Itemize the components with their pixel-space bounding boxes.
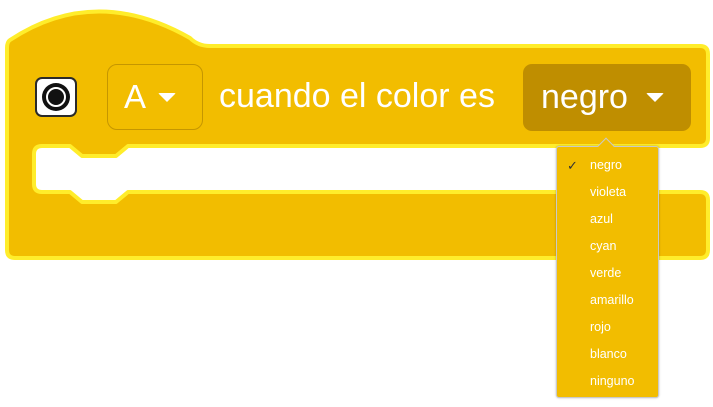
menu-item-label: rojo: [590, 320, 611, 334]
chevron-down-icon: [645, 93, 664, 102]
chevron-down-icon: [158, 92, 177, 102]
block-label: cuando el color es: [219, 77, 495, 115]
color-dropdown[interactable]: negro: [523, 64, 691, 131]
color-dropdown-label: negro: [541, 78, 628, 116]
menu-item-violeta[interactable]: violeta: [557, 179, 658, 206]
menu-item-blanco[interactable]: blanco: [557, 341, 658, 368]
menu-item-rojo[interactable]: rojo: [557, 314, 658, 341]
port-dropdown-label: A: [124, 78, 147, 115]
menu-item-label: amarillo: [590, 293, 634, 307]
port-dropdown[interactable]: A: [107, 64, 203, 130]
menu-item-label: ninguno: [590, 374, 635, 388]
color-dropdown-menu: ✓ negro violeta azul cyan verde amarillo…: [556, 146, 659, 398]
menu-item-amarillo[interactable]: amarillo: [557, 287, 658, 314]
checkmark-icon: ✓: [567, 158, 578, 173]
menu-item-label: azul: [590, 212, 613, 226]
menu-item-azul[interactable]: azul: [557, 206, 658, 233]
menu-item-negro[interactable]: ✓ negro: [557, 152, 658, 179]
menu-item-cyan[interactable]: cyan: [557, 233, 658, 260]
menu-item-label: cyan: [590, 239, 617, 253]
menu-item-ninguno[interactable]: ninguno: [557, 368, 658, 395]
menu-item-label: violeta: [590, 185, 627, 199]
color-sensor-icon: [35, 77, 77, 117]
menu-item-label: blanco: [590, 347, 627, 361]
menu-item-label: verde: [590, 266, 622, 280]
menu-item-verde[interactable]: verde: [557, 260, 658, 287]
menu-item-label: negro: [590, 158, 622, 172]
